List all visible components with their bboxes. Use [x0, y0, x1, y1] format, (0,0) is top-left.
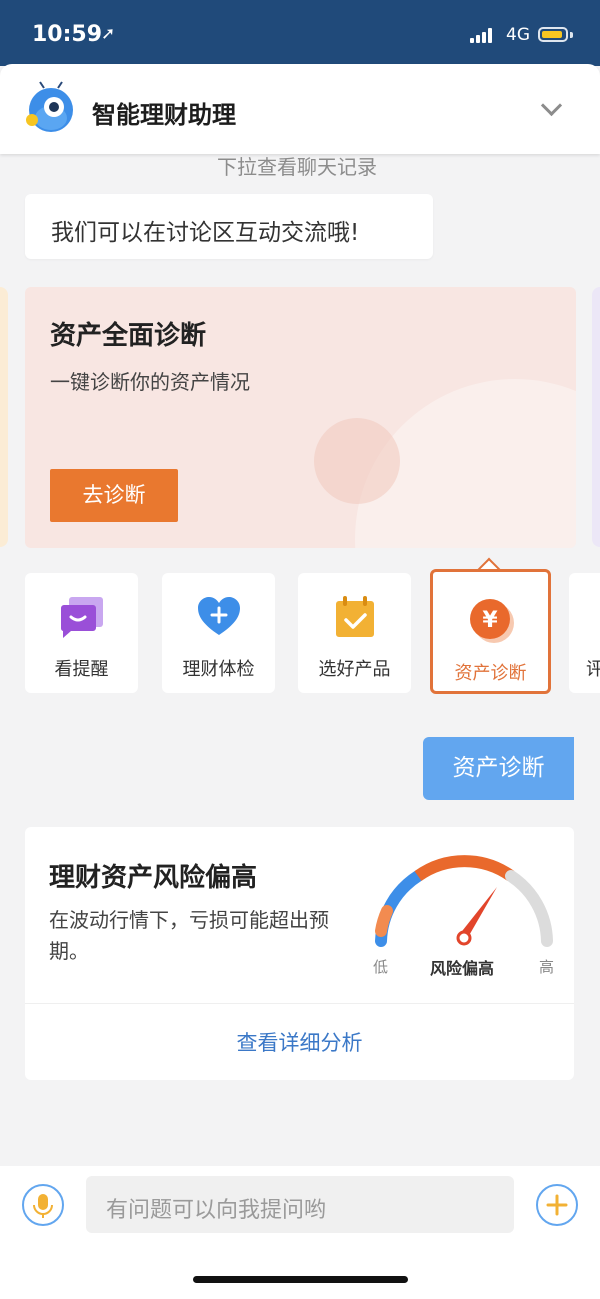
battery-icon: [538, 27, 568, 42]
network-type: 4G: [506, 25, 530, 45]
quick-action-label: 资产诊断: [454, 663, 527, 684]
question-input[interactable]: 有问题可以向我提问哟: [86, 1176, 514, 1233]
quick-action-reminder[interactable]: 看提醒: [25, 573, 138, 693]
quick-action-more[interactable]: 评: [569, 573, 600, 693]
risk-gauge: [375, 855, 553, 947]
carousel-prev-card[interactable]: [0, 287, 8, 547]
status-time: 10:59: [32, 22, 103, 47]
diagnosis-card-subtitle: 一键诊断你的资产情况: [50, 370, 250, 394]
gauge-high-label: 高: [539, 958, 555, 976]
chevron-down-icon[interactable]: [540, 94, 563, 117]
home-indicator[interactable]: [193, 1276, 408, 1283]
plus-icon: [546, 1194, 568, 1216]
calendar-check-icon: [335, 596, 374, 637]
bot-message-text: 我们可以在讨论区互动交流哦!: [51, 220, 360, 246]
heart-plus-icon: [197, 597, 240, 635]
quick-action-label: 评: [586, 659, 600, 680]
location-arrow-icon: ➚: [101, 24, 116, 44]
carousel-next-card[interactable]: [592, 287, 600, 547]
quick-action-label: 看提醒: [54, 659, 109, 680]
input-placeholder: 有问题可以向我提问哟: [106, 1198, 327, 1223]
view-analysis-link[interactable]: 查看详细分析: [25, 1027, 574, 1057]
risk-result-card: 理财资产风险偏高 在波动行情下，亏损可能超出预期。 低 风险偏高 高 查看详细分…: [25, 827, 574, 1080]
microphone-icon: [33, 1194, 53, 1218]
assistant-avatar-icon: [26, 81, 73, 132]
quick-action-label: 选好产品: [318, 659, 391, 680]
add-button[interactable]: [536, 1184, 578, 1226]
microphone-button[interactable]: [22, 1184, 64, 1226]
asset-diagnosis-card[interactable]: 资产全面诊断 一键诊断你的资产情况 去诊断: [25, 287, 576, 548]
quick-action-products[interactable]: 选好产品: [298, 573, 411, 693]
quick-action-label: 理财体检: [182, 659, 255, 680]
chat-bubble-icon: [60, 597, 103, 638]
page-title: 智能理财助理: [92, 101, 236, 129]
pull-hint-text: 下拉查看聊天记录: [217, 155, 377, 179]
bot-message-bubble: 我们可以在讨论区互动交流哦!: [25, 194, 433, 259]
diagnosis-card-title: 资产全面诊断: [50, 321, 207, 351]
risk-title: 理财资产风险偏高: [49, 863, 258, 893]
quick-action-checkup[interactable]: 理财体检: [162, 573, 275, 693]
user-message-bubble: 资产诊断: [423, 737, 574, 800]
svg-text:¥: ¥: [482, 608, 498, 633]
gauge-low-label: 低: [373, 958, 389, 976]
risk-description: 在波动行情下，亏损可能超出预期。: [49, 908, 329, 963]
status-bar: 10:59 ➚ 4G: [0, 0, 600, 66]
yen-circle-icon: ¥: [469, 599, 514, 643]
gauge-current-label: 风险偏高: [430, 959, 495, 978]
start-diagnosis-button[interactable]: 去诊断: [50, 469, 178, 522]
quick-action-asset-diagnosis[interactable]: ¥ 资产诊断: [430, 569, 551, 694]
